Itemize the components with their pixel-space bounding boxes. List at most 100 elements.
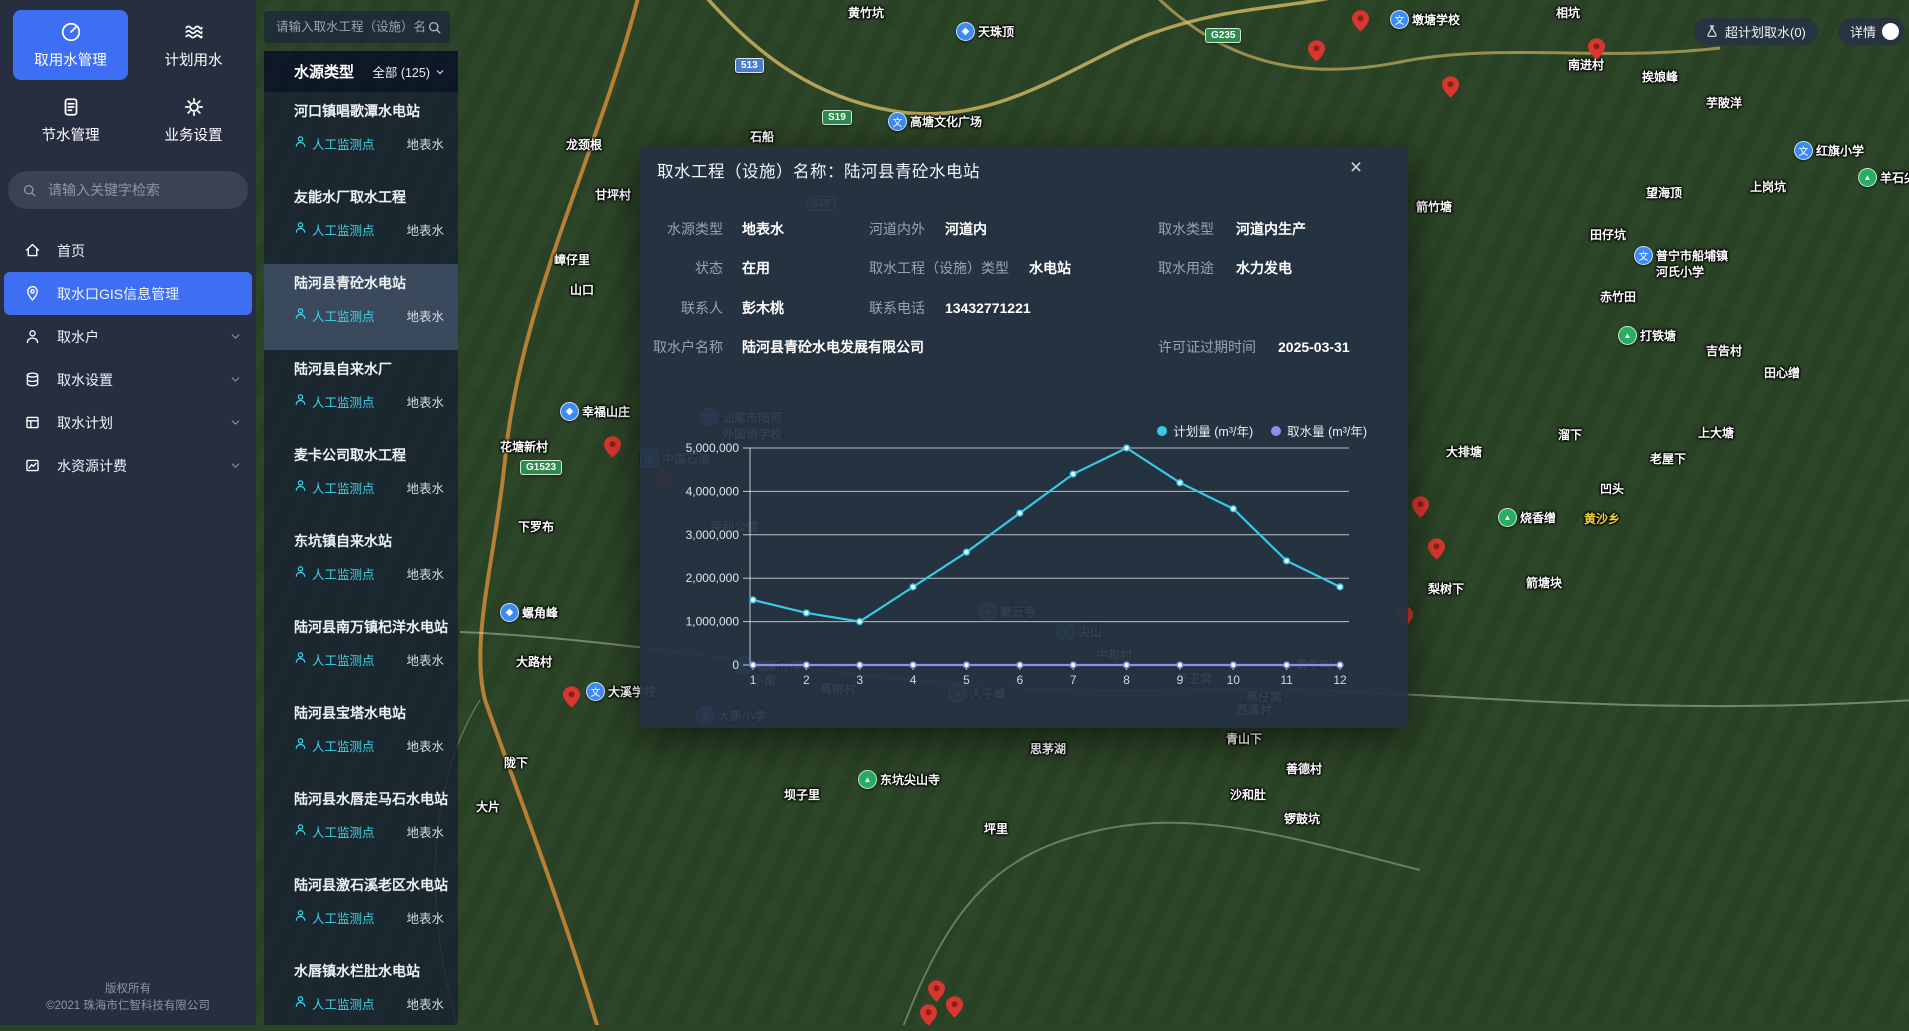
map-pin-marker[interactable]: [563, 686, 580, 708]
sidebar-search-input[interactable]: [46, 181, 220, 199]
module-grid: 取用水管理计划用水节水管理业务设置: [0, 0, 256, 155]
sidebar-item-billing[interactable]: 水资源计费: [0, 444, 256, 487]
station-search[interactable]: [264, 11, 450, 43]
station-list-item[interactable]: 陆河县宝塔水电站人工监测点地表水: [264, 694, 458, 780]
peak-marker-icon: ▲: [1858, 168, 1877, 187]
legend-item-actual[interactable]: 取水量 (m³/年): [1271, 421, 1367, 440]
person-icon: [294, 221, 307, 239]
field-label: 取水工程（设施）类型: [869, 258, 1009, 278]
map-pin-marker[interactable]: [1352, 10, 1369, 32]
map-label: 大排塘: [1446, 443, 1482, 460]
over-plan-alert-button[interactable]: 超计划取水(0): [1693, 18, 1818, 45]
monitor-type: 人工监测点: [312, 392, 375, 411]
map-pin-icon: [24, 285, 41, 302]
map-label-text: 羊石尖: [1880, 169, 1909, 186]
map-label: 沙和肚: [1230, 786, 1266, 803]
sidebar-search[interactable]: [8, 171, 248, 209]
station-list-item[interactable]: 河口镇唱歌潭水电站人工监测点地表水: [264, 92, 458, 178]
station-list-item[interactable]: 陆河县激石溪老区水电站人工监测点地表水: [264, 866, 458, 952]
map-label: 文墩塘学校: [1390, 10, 1460, 29]
station-list-item[interactable]: 陆河县青砼水电站人工监测点地表水: [264, 264, 458, 350]
road-badge: S19: [822, 110, 852, 125]
map-label: 黄竹坑: [848, 4, 884, 21]
module-gear[interactable]: 业务设置: [136, 85, 251, 155]
map-pin-marker[interactable]: [1308, 40, 1325, 62]
sidebar-item-label: 首页: [57, 241, 85, 261]
detail-toggle[interactable]: 详情: [1838, 18, 1905, 45]
sidebar-item-label: 取水设置: [57, 370, 113, 390]
map-label-text: 坪里: [984, 820, 1008, 837]
field-value: 彭木桃: [742, 298, 784, 318]
toggle-knob[interactable]: [1882, 23, 1899, 40]
map-pin-marker[interactable]: [1412, 496, 1429, 518]
peak-marker-icon: ▲: [858, 770, 877, 789]
sidebar-item-label: 水资源计费: [57, 456, 127, 476]
search-icon[interactable]: [427, 20, 442, 35]
module-waves[interactable]: 计划用水: [136, 10, 251, 80]
water-source: 地表水: [406, 306, 444, 325]
sidebar-item-map-pin[interactable]: 取水口GIS信息管理: [4, 272, 252, 315]
module-label: 计划用水: [165, 49, 223, 70]
field-value: 水电站: [1029, 258, 1071, 278]
field-c3-r3: 许可证过期时间2025-03-31: [1158, 337, 1350, 357]
map-label: ◆天珠顶: [956, 22, 1014, 41]
map-label: 箭竹塘: [1416, 198, 1452, 215]
field-label: 取水用途: [1158, 258, 1214, 278]
station-list-item[interactable]: 水唇镇水栏肚水电站人工监测点地表水: [264, 952, 458, 1025]
legend-item-plan[interactable]: 计划量 (m³/年): [1157, 421, 1253, 440]
sidebar-item-home[interactable]: 首页: [0, 229, 256, 272]
map-label: 山口: [570, 281, 594, 298]
map-label: 下罗布: [518, 518, 554, 535]
copyright-footer: 版权所有 ©2021 珠海市仁智科技有限公司: [0, 981, 256, 1015]
station-list-item[interactable]: 麦卡公司取水工程人工监测点地表水: [264, 436, 458, 522]
station-detail-modal: 取水工程（设施）名称：陆河县青砼水电站 × 水源类型地表水河道内外河道内取水类型…: [640, 147, 1408, 728]
map-pin-marker[interactable]: [920, 1004, 937, 1026]
peak-marker-icon: ▲: [1498, 508, 1517, 527]
person-icon: [294, 909, 307, 927]
monitor-type: 人工监测点: [312, 478, 375, 497]
sidebar-item-plan[interactable]: 取水计划: [0, 401, 256, 444]
station-list-item[interactable]: 东坑镇自来水站人工监测点地表水: [264, 522, 458, 608]
chevron-down-icon: [229, 459, 242, 472]
filter-label: 水源类型: [294, 61, 354, 82]
water-source: 地表水: [406, 736, 444, 755]
map-label-text: 陇下: [504, 754, 528, 771]
school-marker-icon: 文: [1634, 246, 1653, 265]
map-pin-marker[interactable]: [604, 436, 621, 458]
legend-dot-plan: [1157, 426, 1167, 436]
station-list-item[interactable]: 陆河县水唇走马石水电站人工监测点地表水: [264, 780, 458, 866]
field-value: 地表水: [742, 219, 784, 239]
sidebar-item-user[interactable]: 取水户: [0, 315, 256, 358]
station-list-item[interactable]: 友能水厂取水工程人工监测点地表水: [264, 178, 458, 264]
map-label: ◆幸福山庄: [560, 402, 630, 421]
water-source-filter[interactable]: 水源类型 全部 (125): [264, 51, 458, 92]
field-c3-r0: 取水类型河道内生产: [1158, 219, 1306, 239]
map-pin-marker[interactable]: [1588, 38, 1605, 60]
station-name: 水唇镇水栏肚水电站: [294, 961, 444, 981]
map-label-text: 田心缯: [1764, 364, 1800, 381]
user-icon: [24, 328, 41, 345]
map-label-text: 东坑尖山寺: [880, 771, 940, 788]
map-pin-marker[interactable]: [928, 980, 945, 1002]
water-source: 地表水: [406, 392, 444, 411]
chevron-down-icon: [229, 416, 242, 429]
station-name: 东坑镇自来水站: [294, 531, 444, 551]
field-c2-r2: 联系电话13432771221: [869, 298, 1031, 318]
station-search-input[interactable]: [274, 19, 427, 35]
sidebar-item-database[interactable]: 取水设置: [0, 358, 256, 401]
module-document[interactable]: 节水管理: [13, 85, 128, 155]
field-value: 河道内生产: [1236, 219, 1306, 239]
person-icon: [294, 135, 307, 153]
map-pin-marker[interactable]: [1428, 538, 1445, 560]
map-label-text: 思茅湖: [1030, 740, 1066, 757]
monitor-type: 人工监测点: [312, 650, 375, 669]
map-pin-marker[interactable]: [1442, 76, 1459, 98]
station-list-item[interactable]: 陆河县自来水厂人工监测点地表水: [264, 350, 458, 436]
map-label-text: 山口: [570, 281, 594, 298]
person-icon: [294, 393, 307, 411]
chart-legend: 计划量 (m³/年) 取水量 (m³/年): [1157, 421, 1367, 440]
module-water-meter[interactable]: 取用水管理: [13, 10, 128, 80]
chevron-down-icon: [229, 330, 242, 343]
map-pin-marker[interactable]: [946, 996, 963, 1018]
station-list-item[interactable]: 陆河县南万镇杞洋水电站人工监测点地表水: [264, 608, 458, 694]
